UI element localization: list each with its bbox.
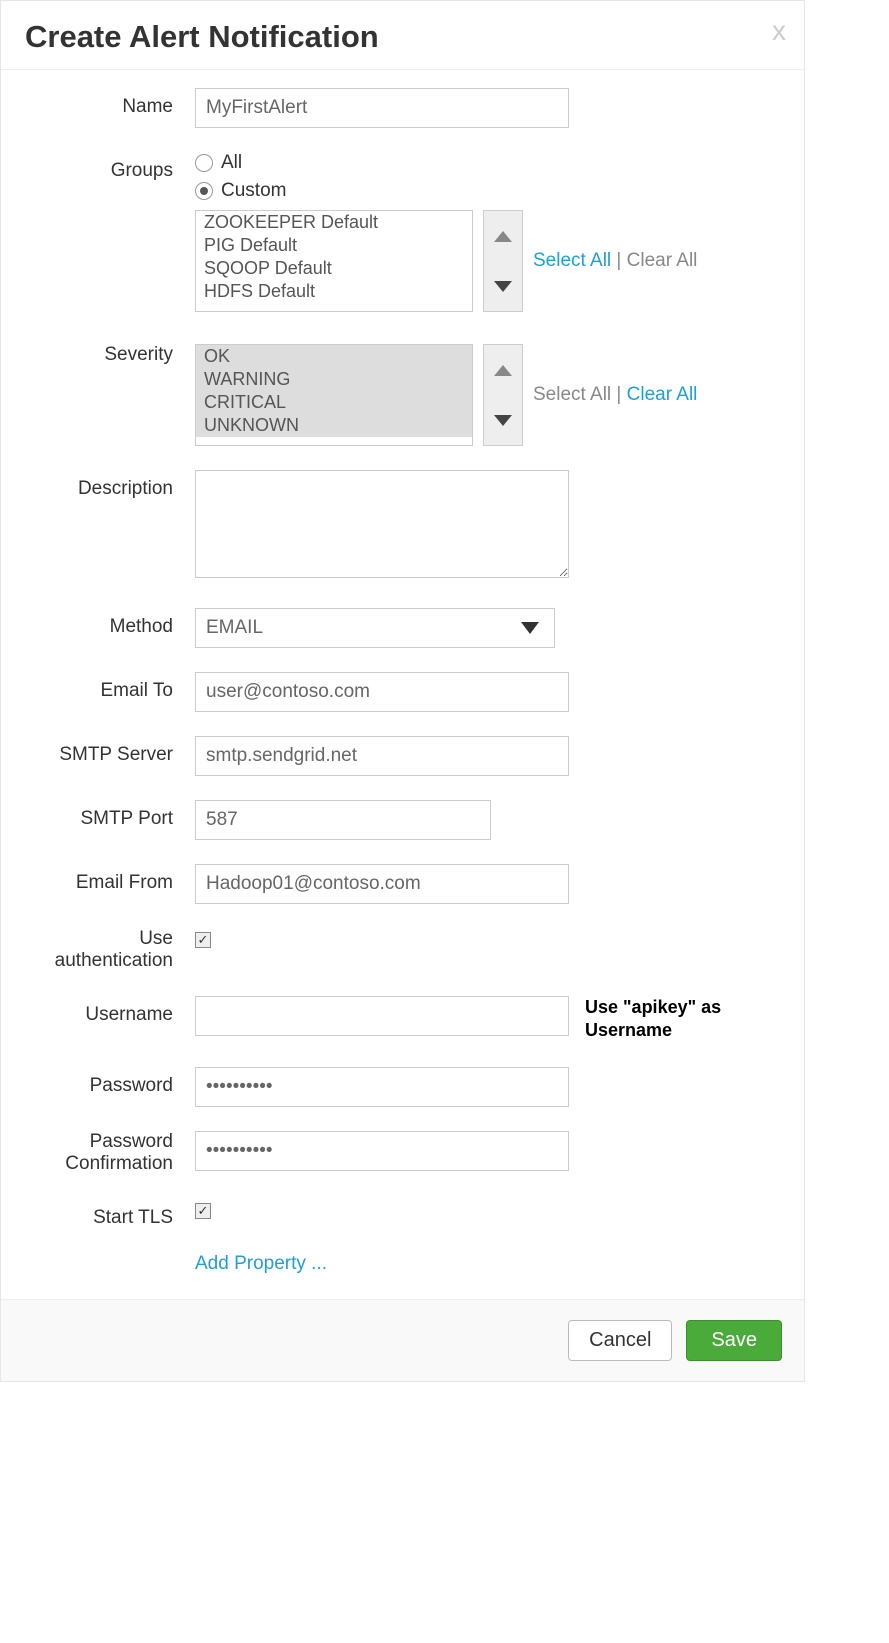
groups-spinner [483, 210, 523, 312]
severity-label: Severity [27, 336, 195, 366]
password-conf-label: Password Confirmation [27, 1131, 195, 1175]
smtp-port-label: SMTP Port [27, 800, 195, 830]
radio-icon [195, 182, 213, 200]
cancel-button[interactable]: Cancel [568, 1320, 672, 1361]
radio-icon [195, 154, 213, 172]
list-item[interactable]: UNKNOWN [196, 414, 472, 437]
groups-radio-custom[interactable]: Custom [195, 180, 778, 202]
spinner-down-icon[interactable] [484, 261, 522, 311]
severity-actions: Select All | Clear All [533, 384, 697, 406]
groups-listbox[interactable]: ZOOKEEPER Default PIG Default SQOOP Defa… [195, 210, 473, 312]
add-property-link[interactable]: Add Property ... [195, 1253, 327, 1274]
dialog-title: Create Alert Notification [25, 19, 379, 54]
close-icon[interactable]: x [772, 15, 786, 47]
create-alert-dialog: Create Alert Notification x Name Groups … [0, 0, 805, 1382]
start-tls-label: Start TLS [27, 1199, 195, 1229]
severity-listbox[interactable]: OK WARNING CRITICAL UNKNOWN [195, 344, 473, 446]
method-select[interactable] [195, 608, 555, 648]
save-button[interactable]: Save [686, 1320, 782, 1361]
severity-select-all-link[interactable]: Select All [533, 384, 611, 405]
groups-actions: Select All | Clear All [533, 250, 697, 272]
radio-custom-label: Custom [221, 180, 286, 202]
password-conf-input[interactable] [195, 1131, 569, 1171]
start-tls-checkbox[interactable] [195, 1203, 211, 1219]
list-item[interactable]: SQOOP Default [196, 257, 472, 280]
list-item[interactable]: ZOOKEEPER Default [196, 211, 472, 234]
method-label: Method [27, 608, 195, 638]
email-to-input[interactable] [195, 672, 569, 712]
dialog-body[interactable]: Name Groups All Custom ZOOKEEPER Defau [1, 70, 804, 1299]
email-from-input[interactable] [195, 864, 569, 904]
groups-radio-all[interactable]: All [195, 152, 778, 174]
smtp-port-input[interactable] [195, 800, 491, 840]
list-item[interactable]: CRITICAL [196, 391, 472, 414]
groups-select-all-link[interactable]: Select All [533, 250, 611, 271]
dialog-header: Create Alert Notification x [1, 1, 804, 70]
password-input[interactable] [195, 1067, 569, 1107]
list-item[interactable]: WARNING [196, 368, 472, 391]
description-label: Description [27, 470, 195, 500]
description-textarea[interactable] [195, 470, 569, 578]
groups-clear-all-link[interactable]: Clear All [627, 250, 698, 271]
groups-label: Groups [27, 152, 195, 182]
use-auth-checkbox[interactable] [195, 932, 211, 948]
password-label: Password [27, 1067, 195, 1097]
spinner-down-icon[interactable] [484, 395, 522, 445]
email-to-label: Email To [27, 672, 195, 702]
radio-all-label: All [221, 152, 242, 174]
list-item[interactable]: OK [196, 345, 472, 368]
severity-spinner [483, 344, 523, 446]
use-auth-label: Use authentication [27, 928, 195, 972]
smtp-server-label: SMTP Server [27, 736, 195, 766]
smtp-server-input[interactable] [195, 736, 569, 776]
severity-clear-all-link[interactable]: Clear All [627, 384, 698, 405]
spinner-up-icon[interactable] [484, 211, 522, 261]
spinner-up-icon[interactable] [484, 345, 522, 395]
name-input[interactable] [195, 88, 569, 128]
dialog-footer: Cancel Save [1, 1299, 804, 1381]
username-label: Username [27, 996, 195, 1026]
username-annotation: Use "apikey" as Username [585, 996, 755, 1043]
name-label: Name [27, 88, 195, 118]
username-input[interactable] [195, 996, 569, 1036]
list-item[interactable]: HDFS Default [196, 280, 472, 303]
email-from-label: Email From [27, 864, 195, 894]
list-item[interactable]: PIG Default [196, 234, 472, 257]
